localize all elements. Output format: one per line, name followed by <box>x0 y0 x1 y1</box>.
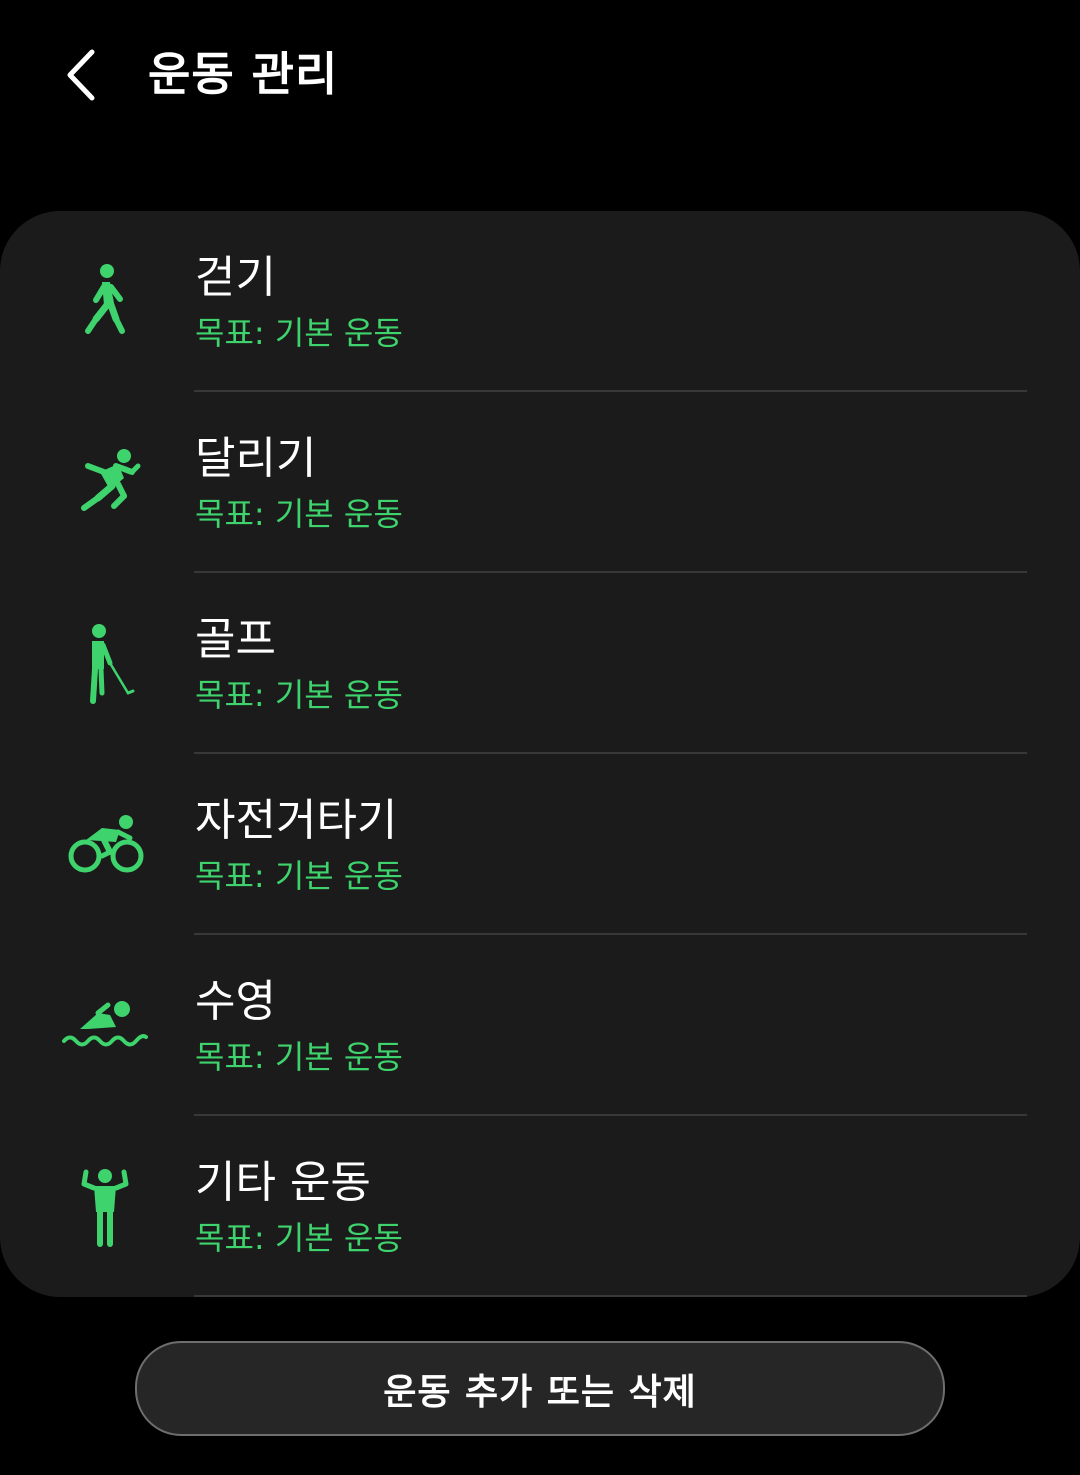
cycling-icon <box>58 798 152 892</box>
exercise-item-other[interactable]: 기타 운동 목표: 기본 운동 <box>0 1116 1080 1297</box>
exercise-item-golf[interactable]: 골프 목표: 기본 운동 <box>0 573 1080 754</box>
exercise-goal: 목표: 기본 운동 <box>195 1038 403 1076</box>
exercise-name: 수영 <box>195 976 276 1027</box>
golf-icon <box>58 617 152 711</box>
exercise-item-swimming[interactable]: 수영 목표: 기본 운동 <box>0 935 1080 1116</box>
exercise-name: 달리기 <box>195 433 317 484</box>
exercise-goal: 목표: 기본 운동 <box>195 1219 403 1257</box>
page-title: 운동 관리 <box>148 47 339 101</box>
exercise-item-running[interactable]: 달리기 목표: 기본 운동 <box>0 392 1080 573</box>
other-exercise-icon <box>58 1160 152 1254</box>
chevron-left-icon <box>67 49 95 101</box>
button-label: 운동 추가 또는 삭제 <box>383 1371 697 1413</box>
back-button[interactable] <box>50 40 114 110</box>
exercise-item-walking[interactable]: 걷기 목표: 기본 운동 <box>0 211 1080 392</box>
divider <box>194 1295 1027 1297</box>
exercise-goal: 목표: 기본 운동 <box>195 857 403 895</box>
exercise-name: 걷기 <box>195 252 276 303</box>
swimming-icon <box>58 979 152 1073</box>
exercise-name: 골프 <box>195 614 276 665</box>
exercise-name: 자전거타기 <box>195 795 398 846</box>
exercise-goal: 목표: 기본 운동 <box>195 314 403 352</box>
exercise-goal: 목표: 기본 운동 <box>195 676 403 714</box>
exercise-list: 걷기 목표: 기본 운동 달리기 목표: 기본 운동 골프 목표: 기본 운동 … <box>0 211 1080 1297</box>
walking-icon <box>58 255 152 349</box>
exercise-goal: 목표: 기본 운동 <box>195 495 403 533</box>
running-icon <box>58 436 152 530</box>
add-or-delete-exercise-button[interactable]: 운동 추가 또는 삭제 <box>135 1341 945 1436</box>
exercise-name: 기타 운동 <box>195 1157 371 1208</box>
exercise-item-cycling[interactable]: 자전거타기 목표: 기본 운동 <box>0 754 1080 935</box>
app-header: 운동 관리 <box>0 0 1080 150</box>
